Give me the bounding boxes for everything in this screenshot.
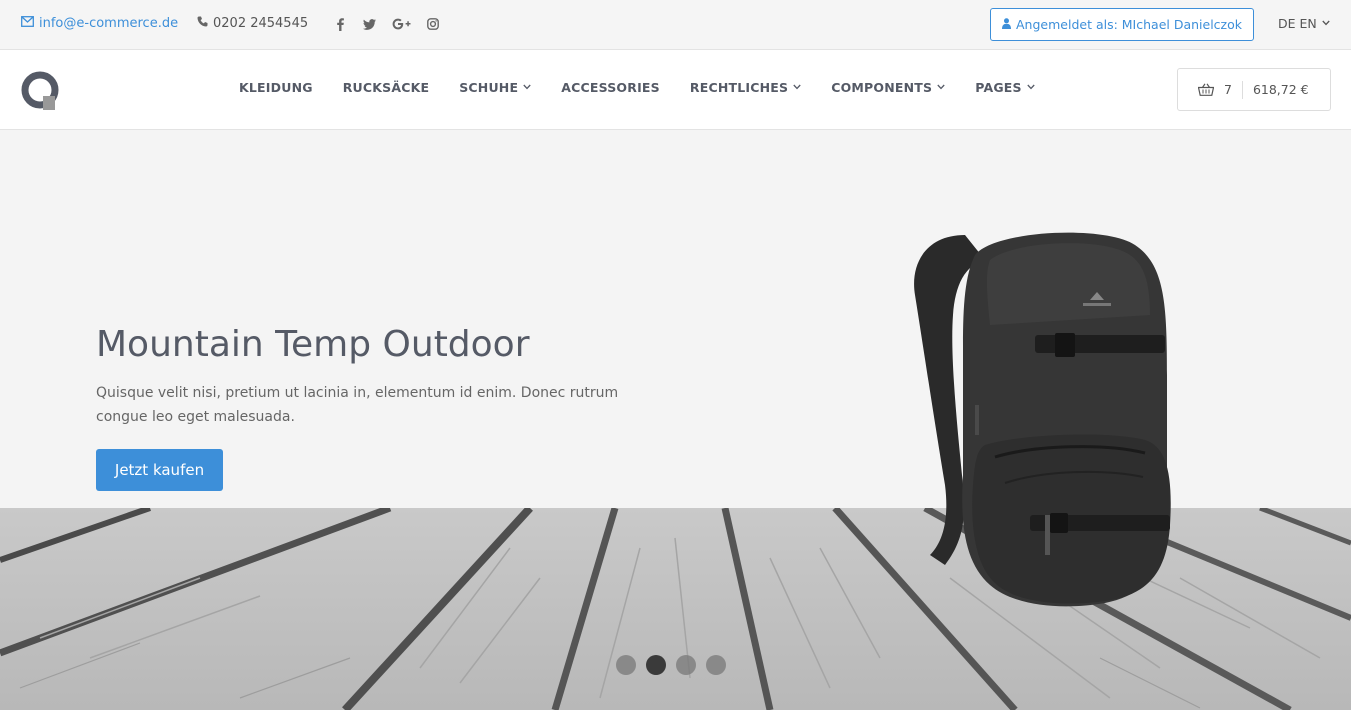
cart-count: 7 xyxy=(1224,80,1243,99)
chevron-down-icon xyxy=(793,83,801,93)
language-de[interactable]: DE xyxy=(1278,16,1296,31)
nav-item-schuhe[interactable]: SCHUHE xyxy=(444,80,546,95)
slide-dot-3[interactable] xyxy=(676,655,696,675)
nav-item-pages[interactable]: PAGES xyxy=(960,80,1050,95)
hero-description: Quisque velit nisi, pretium ut lacinia i… xyxy=(96,385,619,425)
nav-item-accessories[interactable]: ACCESSORIES xyxy=(546,80,675,95)
google-plus-icon[interactable] xyxy=(391,14,411,34)
chevron-down-icon xyxy=(523,83,531,93)
nav-label: RECHTLICHES xyxy=(689,80,789,95)
top-bar: info@e-commerce.de 0202 2454545 Angemeld… xyxy=(0,0,1351,50)
facebook-icon[interactable] xyxy=(333,14,348,34)
nav-item-rechtliches[interactable]: RECHTLICHES xyxy=(675,80,816,95)
hero-slider: Mountain Temp Outdoor Quisque velit nisi… xyxy=(0,130,1351,710)
chevron-down-icon xyxy=(1322,19,1330,29)
slider-pagination xyxy=(616,655,726,675)
nav-label: RUCKSÄCKE xyxy=(342,80,430,95)
envelope-icon xyxy=(21,16,34,31)
account-button[interactable]: Angemeldet als: MIchael Danielczok xyxy=(990,8,1254,41)
nav-item-rucksaecke[interactable]: RUCKSÄCKE xyxy=(328,80,445,95)
chevron-down-icon xyxy=(1027,83,1035,93)
slide-dot-2[interactable] xyxy=(646,655,666,675)
chevron-down-icon xyxy=(937,83,945,93)
twitter-icon[interactable] xyxy=(362,14,377,34)
main-navbar: KLEIDUNG RUCKSÄCKE SCHUHE ACCESSORIES RE… xyxy=(0,50,1351,130)
nav-label: PAGES xyxy=(975,80,1022,95)
hero-title: Mountain Temp Outdoor xyxy=(96,324,530,365)
slide-dot-1[interactable] xyxy=(616,655,636,675)
language-en[interactable]: EN xyxy=(1300,16,1317,31)
slide-dot-4[interactable] xyxy=(706,655,726,675)
account-label: Angemeldet als: MIchael Danielczok xyxy=(1016,17,1242,32)
nav-label: KLEIDUNG xyxy=(239,80,313,95)
phone-icon xyxy=(197,16,208,31)
buy-now-button[interactable]: Jetzt kaufen xyxy=(96,449,223,491)
user-icon xyxy=(1002,17,1011,32)
phone-number: 0202 2454545 xyxy=(197,16,308,31)
email-text: info@e-commerce.de xyxy=(39,16,179,31)
cart-total: 618,72 € xyxy=(1252,82,1309,97)
cart-button[interactable]: 7 618,72 € xyxy=(1177,68,1331,111)
logo[interactable] xyxy=(21,71,61,111)
main-menu: KLEIDUNG RUCKSÄCKE SCHUHE ACCESSORIES RE… xyxy=(224,80,1050,95)
nav-label: ACCESSORIES xyxy=(561,80,660,95)
nav-item-kleidung[interactable]: KLEIDUNG xyxy=(224,80,328,95)
phone-text: 0202 2454545 xyxy=(213,16,309,31)
nav-item-components[interactable]: COMPONENTS xyxy=(816,80,960,95)
nav-label: COMPONENTS xyxy=(831,80,933,95)
instagram-icon[interactable] xyxy=(425,14,440,34)
email-link[interactable]: info@e-commerce.de xyxy=(21,16,178,31)
language-switcher[interactable]: DE EN xyxy=(1278,16,1330,31)
social-links xyxy=(333,14,440,34)
basket-icon xyxy=(1198,83,1214,96)
backpack-image xyxy=(914,232,1171,607)
nav-label: SCHUHE xyxy=(459,80,519,95)
